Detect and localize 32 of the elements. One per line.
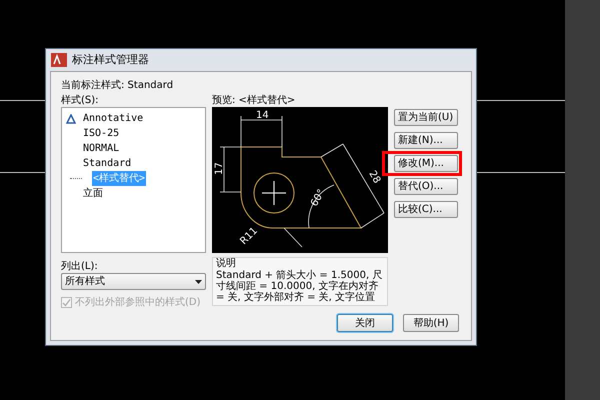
tree-line-icon [70, 178, 82, 179]
style-list[interactable]: Annotative ISO-25 NORMAL Standard <样式替代> 立面 [61, 107, 206, 253]
dialog-button[interactable]: 替代(O)... [394, 178, 458, 195]
style-list-item[interactable]: Annotative [82, 111, 144, 126]
dialog-button[interactable]: 置为当前(U) [394, 109, 458, 126]
dimension-label: 17 [214, 162, 225, 175]
dimension-label: 60° [309, 188, 328, 208]
triangle-icon [66, 114, 76, 124]
style-list-item[interactable]: 立面 [82, 186, 104, 201]
app-logo-icon [51, 53, 67, 67]
list-filter-dropdown[interactable]: 所有样式 [61, 273, 206, 290]
footer-button[interactable]: 帮助(H) [403, 314, 459, 332]
window-title: 标注样式管理器 [72, 52, 149, 68]
checkbox-label: 不列出外部参照中的样式(D) [75, 296, 201, 310]
footer-button[interactable]: 关闭 [337, 314, 393, 332]
dimension-label: 14 [256, 110, 269, 121]
dialog-button[interactable]: 比较(C)... [394, 201, 458, 218]
dropdown-value: 所有样式 [65, 274, 105, 289]
styles-label: 样式(S): [61, 94, 100, 107]
current-style-text: 当前标注样式: Standard [61, 78, 174, 93]
style-list-item[interactable]: ISO-25 [82, 126, 120, 141]
dimension-label: R11 [238, 225, 260, 248]
description-title: 说明 [216, 258, 237, 270]
caret-down-icon [195, 280, 202, 284]
preview-label: 预览: <样式替代> [212, 94, 296, 107]
style-list-item[interactable]: Standard [82, 156, 132, 171]
dialog-button[interactable]: 新建(N)... [394, 132, 458, 149]
dialog-button[interactable]: 修改(M)... [394, 155, 458, 172]
dimension-label: 28 [366, 169, 382, 186]
style-list-item[interactable]: NORMAL [82, 141, 120, 156]
description-text: Standard + 箭头大小 = 1.5000, 尺寸线间距 = 10.0000, 文字在内对齐 = 关, 文字外部对齐 = 关, 文字位置 [216, 270, 384, 303]
list-filter-label: 列出(L): [61, 260, 99, 273]
